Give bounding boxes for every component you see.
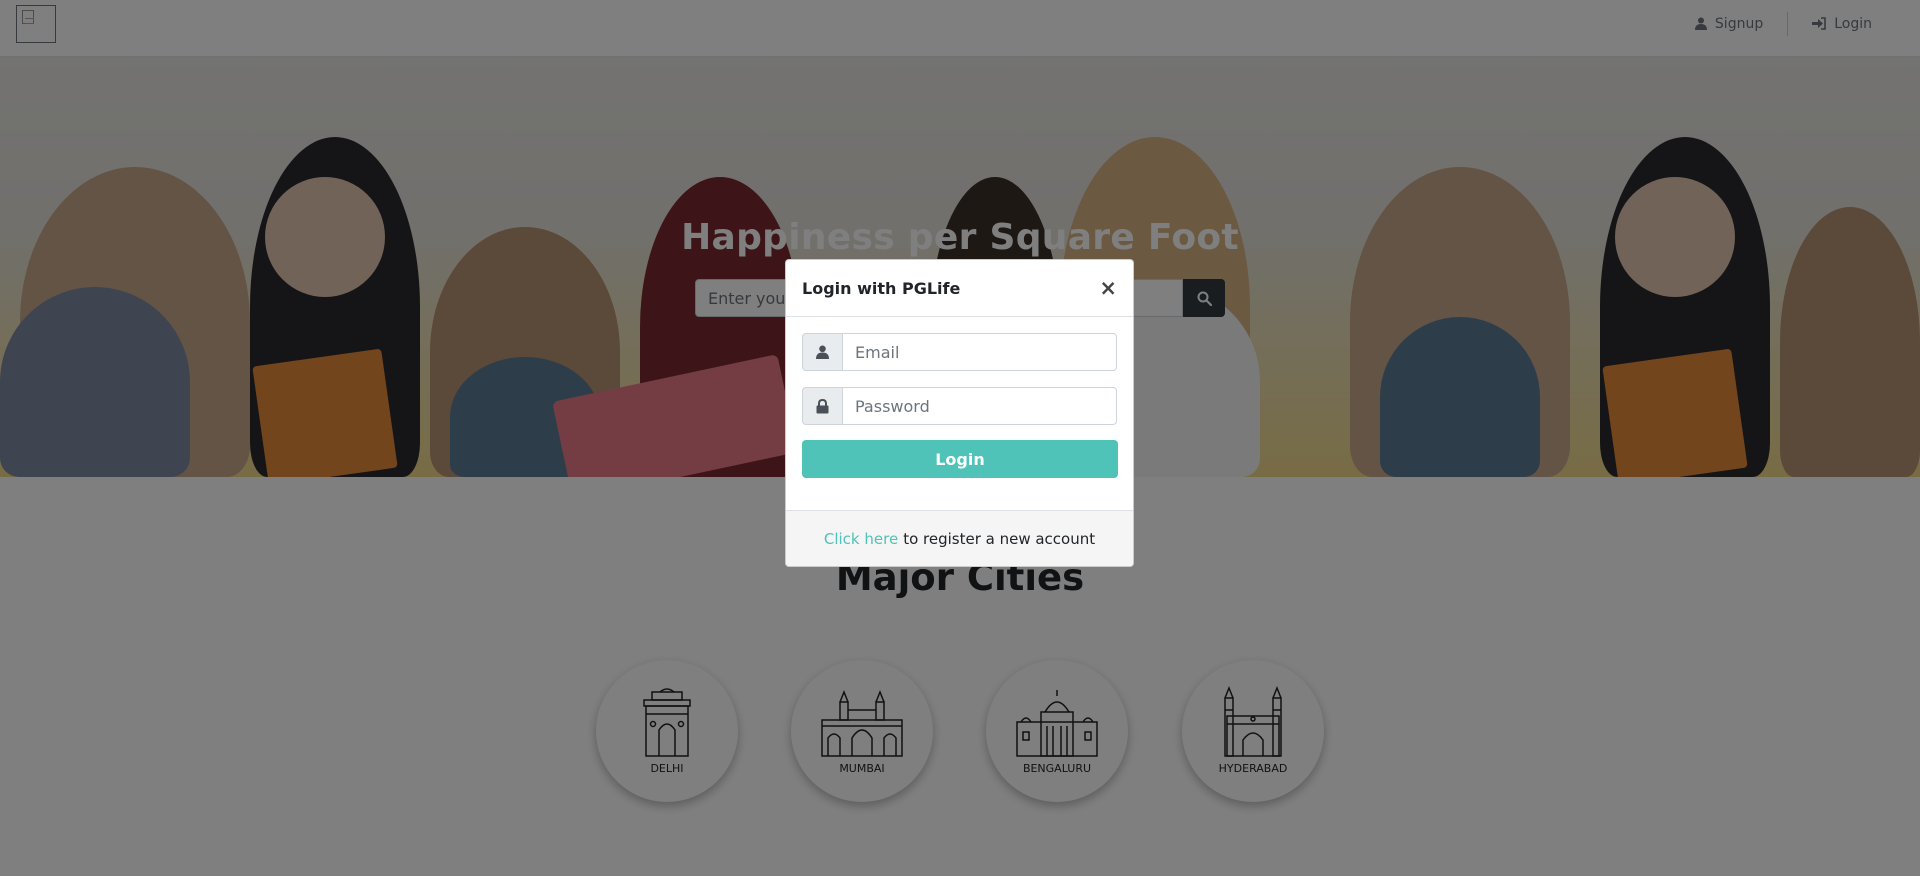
lock-icon xyxy=(802,387,842,425)
login-button[interactable]: Login xyxy=(802,440,1118,478)
user-icon xyxy=(802,333,842,371)
email-field[interactable]: Email xyxy=(842,333,1117,371)
login-modal: Login with PGLife × Email Password Login… xyxy=(785,259,1134,567)
register-text: to register a new account xyxy=(903,529,1096,548)
modal-header: Login with PGLife × xyxy=(786,260,1133,317)
register-link[interactable]: Click here xyxy=(824,530,898,548)
modal-body: Email Password Login xyxy=(786,317,1133,494)
email-input-group: Email xyxy=(802,333,1117,371)
close-button[interactable]: × xyxy=(1099,277,1117,299)
modal-footer: Click here to register a new account xyxy=(786,510,1133,566)
email-placeholder: Email xyxy=(855,342,900,362)
password-field[interactable]: Password xyxy=(842,387,1117,425)
password-placeholder: Password xyxy=(855,396,930,416)
modal-title: Login with PGLife xyxy=(802,278,961,298)
password-input-group: Password xyxy=(802,387,1117,425)
